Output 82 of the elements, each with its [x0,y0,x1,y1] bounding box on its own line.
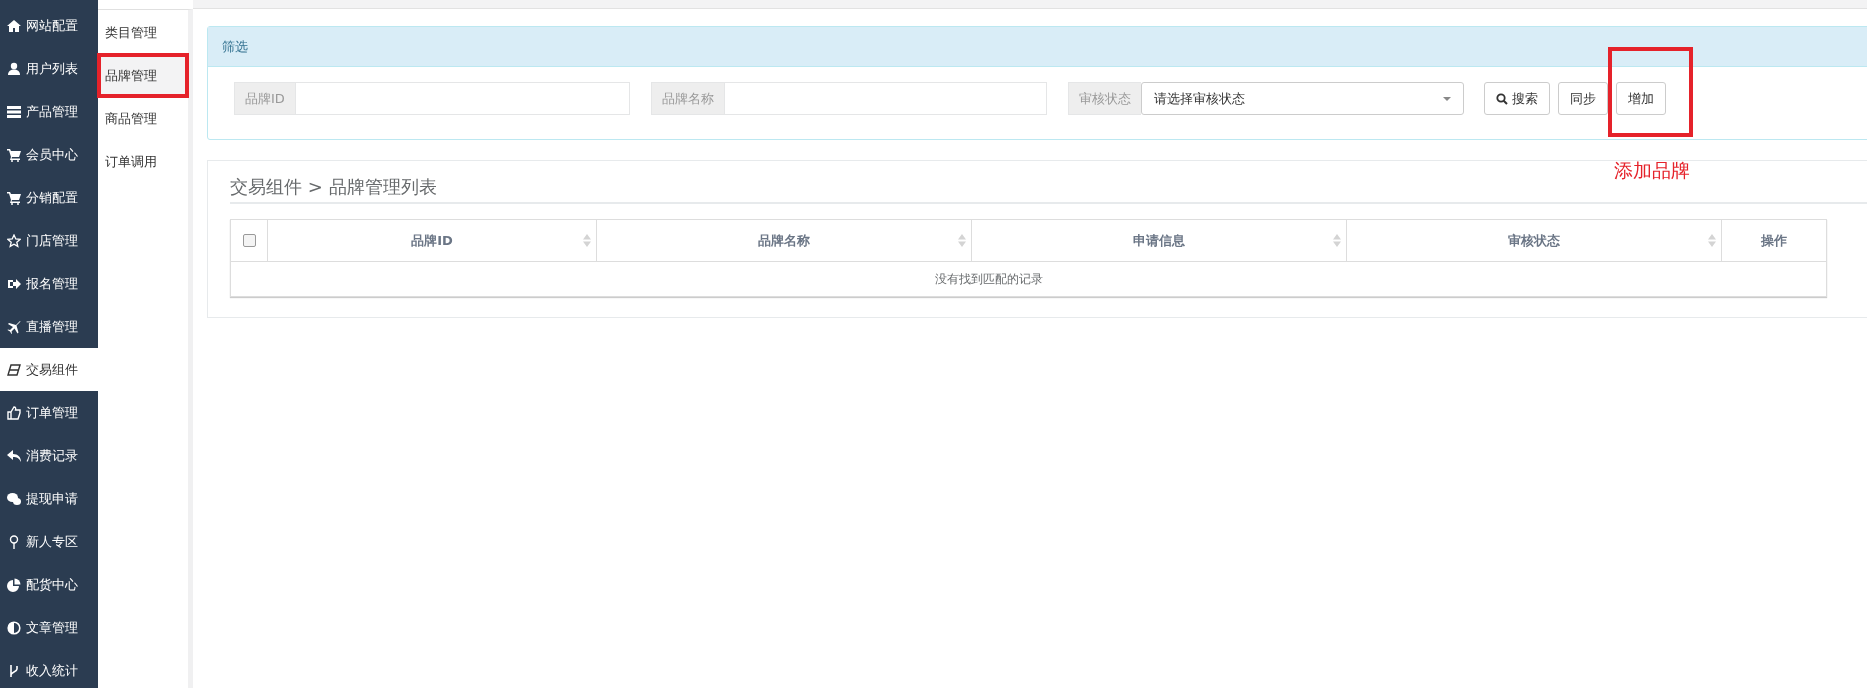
select-all-checkbox[interactable] [242,234,256,247]
field-label: 审核状态 [1068,82,1141,115]
sort-icon [1333,234,1341,247]
search-button[interactable]: 搜索 [1484,82,1550,115]
sidebar-item[interactable]: 文章管理 [0,606,98,649]
sidebar-item[interactable]: 直播管理 [0,305,98,348]
sidebar-item[interactable]: 报名管理 [0,262,98,305]
caret-icon [1443,96,1451,101]
half-circle-icon [7,620,21,635]
sidebar-item[interactable]: 收入统计 [0,649,98,688]
reply-icon [7,448,21,463]
user-icon [7,61,21,76]
eraser-icon [7,362,21,377]
submenu-item[interactable]: 订单调用 [98,140,188,183]
input-field[interactable] [724,82,1047,115]
submenu-item[interactable]: 类目管理 [98,11,188,54]
sidebar-item[interactable]: 交易组件 [0,348,98,391]
sidebar-item[interactable]: 分销配置 [0,176,98,219]
branch-icon [7,663,21,678]
sidebar-item[interactable]: 门店管理 [0,219,98,262]
sidebar-item-label: 文章管理 [26,618,78,637]
search-icon [1496,92,1508,105]
server-icon [7,104,21,119]
pie-chart-icon [7,577,21,592]
sidebar-item-label: 报名管理 [26,274,78,293]
sidebar-item-label: 直播管理 [26,317,78,336]
sidebar-item-label: 网站配置 [26,16,78,35]
plane-icon [7,319,21,334]
sidebar-item-label: 提现申请 [26,489,78,508]
sidebar-item-label: 会员中心 [26,145,78,164]
sidebar-item[interactable]: 会员中心 [0,133,98,176]
column-header[interactable]: 审核状态 [1346,219,1722,262]
column-header[interactable]: 品牌ID [267,219,597,262]
sort-icon [1708,234,1716,247]
status-select[interactable]: 请选择审核状态 [1141,82,1464,115]
sidebar-item[interactable]: 网站配置 [0,4,98,47]
sidebar-item-label: 消费记录 [26,446,78,465]
column-title: 审核状态 [1508,232,1560,248]
sidebar-item[interactable]: 用户列表 [0,47,98,90]
star-icon [7,233,21,248]
action-button[interactable]: 增加 [1616,82,1666,115]
column-header[interactable]: 品牌名称 [596,219,972,262]
column-header[interactable]: 申请信息 [971,219,1347,262]
sidebar-item-label: 新人专区 [26,532,78,551]
select-value: 请选择审核状态 [1154,89,1245,108]
column-title: 操作 [1761,232,1787,248]
sign-out-icon [7,276,21,291]
thumbs-up-icon [7,405,21,420]
sidebar-item-label: 用户列表 [26,59,78,78]
sidebar-item-label: 产品管理 [26,102,78,121]
empty-message: 没有找到匹配的记录 [934,270,1043,288]
annotation-label: 添加品牌 [1614,158,1690,183]
sort-icon [583,234,591,247]
sidebar-item-label: 交易组件 [26,360,78,379]
sidebar-item[interactable]: 提现申请 [0,477,98,520]
sidebar-item[interactable]: 配货中心 [0,563,98,606]
submenu-item[interactable]: 商品管理 [98,97,188,140]
column-title: 品牌名称 [758,232,810,248]
list-title: 交易组件 > 品牌管理列表 [230,175,437,199]
sidebar-item-label: 订单管理 [26,403,78,422]
panel-title: 筛选 [222,37,248,56]
sidebar-item[interactable]: 消费记录 [0,434,98,477]
home-icon [7,18,21,33]
action-button[interactable]: 同步 [1558,82,1608,115]
sidebar-item-label: 分销配置 [26,188,78,207]
sidebar-item-label: 配货中心 [26,575,78,594]
column-title: 申请信息 [1133,232,1185,248]
sidebar-item[interactable]: 新人专区 [0,520,98,563]
chat-icon [7,491,21,506]
cart-icon [7,190,21,205]
submenu-item[interactable]: 品牌管理 [98,54,188,97]
cart-icon [7,147,21,162]
sidebar-item[interactable]: 订单管理 [0,391,98,434]
input-field[interactable] [294,82,630,115]
sidebar-item-label: 门店管理 [26,231,78,250]
pin-icon [7,534,21,549]
field-label: 品牌名称 [651,82,724,115]
sidebar-item-label: 收入统计 [26,661,78,680]
field-label: 品牌ID [234,82,295,115]
sort-icon [958,234,966,247]
sidebar-item[interactable]: 产品管理 [0,90,98,133]
column-title: 品牌ID [411,232,453,248]
